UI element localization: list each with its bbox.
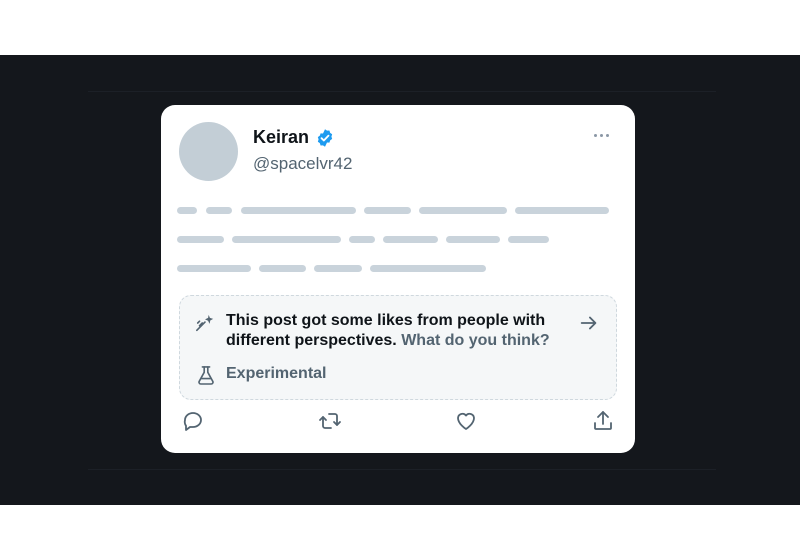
note-text: This post got some likes from people wit… (226, 311, 556, 351)
reply-icon (183, 412, 202, 431)
community-note-box[interactable]: This post got some likes from people wit… (179, 295, 617, 400)
text-placeholder-bar (314, 265, 362, 272)
share-button[interactable] (589, 407, 617, 435)
avatar[interactable] (179, 122, 238, 181)
more-options-icon[interactable] (589, 125, 613, 145)
author-row: Keiran (253, 127, 335, 148)
experimental-label: Experimental (226, 365, 327, 382)
action-bar (179, 407, 617, 435)
text-placeholder-bar (370, 265, 486, 272)
text-placeholder-bar (232, 236, 341, 243)
text-placeholder-bar (259, 265, 306, 272)
author-name[interactable]: Keiran (253, 127, 309, 148)
text-placeholder-bar (515, 207, 609, 214)
like-button[interactable] (452, 407, 480, 435)
repost-button[interactable] (316, 407, 344, 435)
share-icon (594, 411, 612, 430)
text-placeholder-bar (177, 207, 197, 214)
text-placeholder-bar (364, 207, 411, 214)
text-placeholder-bar (383, 236, 438, 243)
frame-line-bottom (88, 469, 716, 470)
flask-icon (198, 366, 214, 385)
text-placeholder-bar (206, 207, 232, 214)
sparkle-icon (196, 314, 214, 332)
text-placeholder-bar (241, 207, 356, 214)
repost-icon (319, 413, 341, 429)
reply-button[interactable] (179, 407, 207, 435)
verified-badge-icon (317, 128, 333, 147)
text-placeholder-bar (349, 236, 375, 243)
author-handle[interactable]: @spacelvr42 (253, 154, 352, 174)
note-link[interactable]: What do you think? (401, 332, 549, 349)
heart-icon (457, 412, 475, 430)
post-card: Keiran @spacelvr42 This post got some li… (161, 105, 635, 453)
text-placeholder-bar (177, 236, 224, 243)
text-placeholder-bar (446, 236, 500, 243)
text-placeholder-bar (419, 207, 507, 214)
arrow-right-icon[interactable] (578, 312, 600, 334)
text-placeholder-bar (177, 265, 251, 272)
text-placeholder-bar (508, 236, 549, 243)
frame-line-top (88, 91, 716, 92)
